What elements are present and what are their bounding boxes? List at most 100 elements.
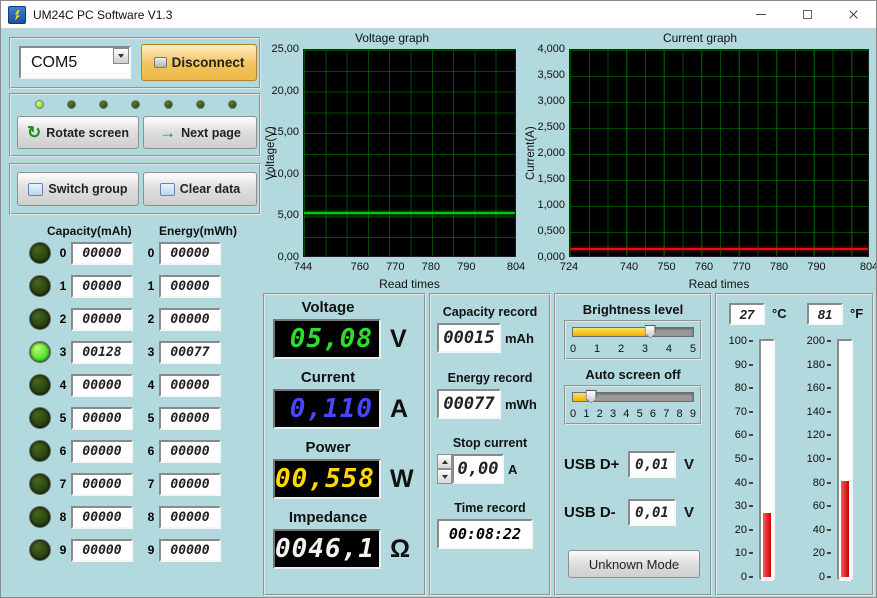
app-window: UM24C PC Software V1.3 COM5 Disconnect ↻… [0, 0, 877, 598]
slider-tick-label: 3 [642, 343, 648, 355]
capacity-index: 6 [58, 444, 68, 458]
arrow-down-icon [442, 475, 448, 479]
page-dot [164, 100, 173, 109]
voltage-x-ticks: 744760770780790804 [303, 261, 516, 275]
energy-index: 4 [146, 378, 156, 392]
y-tick-label: 20,00 [271, 85, 299, 97]
stop-current-input[interactable]: 0,00 [452, 454, 504, 484]
slider-tick-label: 1 [594, 343, 600, 355]
capacity-value: 00000 [71, 440, 133, 463]
navigation-panel: ↻ Rotate screen → Next page [9, 93, 261, 157]
celsius-value: 27 [729, 303, 765, 325]
usb-dplus-label: USB D+ [564, 456, 628, 473]
close-icon [848, 9, 859, 20]
current-x-ticks: 724740750760770780790804 [569, 261, 869, 275]
thermo-tick-label: 140 [807, 406, 831, 418]
energy-index: 5 [146, 411, 156, 425]
fahrenheit-value: 81 [807, 303, 843, 325]
capacity-value: 00000 [71, 539, 133, 562]
stop-current-stepper[interactable] [437, 454, 452, 484]
thermo-tick-label: 100 [807, 453, 831, 465]
capacity-index: 7 [58, 477, 68, 491]
minimize-button[interactable] [738, 1, 784, 28]
thermo-tick-label: 160 [807, 382, 831, 394]
close-button[interactable] [830, 1, 876, 28]
capacity-index: 9 [58, 543, 68, 557]
thermo-tick-label: 30 [735, 500, 753, 512]
arrow-up-icon [442, 460, 448, 464]
step-down-button[interactable] [437, 469, 452, 484]
energy-index: 2 [146, 312, 156, 326]
com-port-dropdown-button[interactable] [113, 48, 129, 64]
group-led [29, 341, 51, 363]
x-tick-label: 724 [560, 261, 578, 273]
capacity-index: 3 [58, 345, 68, 359]
disconnect-label: Disconnect [172, 55, 245, 70]
brightness-slider-track[interactable] [572, 327, 694, 337]
voltage-series-line [304, 212, 515, 214]
celsius-scale: 1009080706050403020100 [719, 341, 753, 577]
celsius-thermometer: 27 °C 1009080706050403020100 [719, 299, 793, 591]
next-page-label: Next page [181, 126, 241, 140]
brightness-slider[interactable]: 012345 [564, 320, 702, 360]
settings-panel: Brightness level 012345 Auto screen off … [554, 293, 712, 596]
thermo-tick-label: 40 [735, 477, 753, 489]
energy-index: 9 [146, 543, 156, 557]
energy-value: 00000 [159, 473, 221, 496]
page-dot [196, 100, 205, 109]
energy-index: 0 [146, 246, 156, 260]
disconnect-button[interactable]: Disconnect [141, 44, 257, 81]
x-tick-label: 790 [457, 261, 475, 273]
slider-tick-label: 0 [570, 343, 576, 355]
led-display: 0,110 [273, 389, 381, 429]
slider-tick-label: 5 [690, 343, 696, 355]
thermo-tick-label: 90 [735, 359, 753, 371]
com-port-select[interactable]: COM5 [19, 46, 131, 79]
step-up-button[interactable] [437, 454, 452, 469]
x-tick-label: 744 [294, 261, 312, 273]
maximize-button[interactable] [784, 1, 830, 28]
capacity-column-header: Capacity(mAh) [47, 224, 132, 238]
next-page-button[interactable]: → Next page [143, 116, 257, 149]
slider-tick-label: 6 [650, 408, 656, 420]
switch-group-button[interactable]: Switch group [17, 172, 139, 206]
energy-value: 00000 [159, 308, 221, 331]
rotate-screen-button[interactable]: ↻ Rotate screen [17, 116, 139, 149]
slider-tick-label: 2 [597, 408, 603, 420]
slider-tick-label: 3 [610, 408, 616, 420]
capacity-value: 00000 [71, 473, 133, 496]
capacity-index: 2 [58, 312, 68, 326]
energy-column-header: Energy(mWh) [159, 224, 237, 238]
brightness-label: Brightness level [556, 302, 710, 317]
y-tick-label: 3,500 [537, 69, 565, 81]
window-controls [738, 1, 876, 28]
x-tick-label: 750 [657, 261, 675, 273]
energy-record-value: 00077 [437, 389, 501, 419]
x-tick-label: 780 [422, 261, 440, 273]
page-dots [35, 100, 237, 109]
capacity-value: 00000 [71, 374, 133, 397]
thermo-tick-label: 200 [807, 335, 831, 347]
mode-button[interactable]: Unknown Mode [568, 550, 700, 578]
app-icon [8, 6, 26, 24]
current-graph-title: Current graph [525, 31, 875, 45]
actions-panel: Switch group Clear data [9, 163, 261, 215]
thermo-tick-label: 40 [813, 524, 831, 536]
x-tick-label: 804 [860, 261, 877, 273]
rotate-screen-label: Rotate screen [46, 126, 129, 140]
screen-off-slider[interactable]: 0123456789 [564, 385, 702, 425]
x-tick-label: 760 [351, 261, 369, 273]
x-tick-label: 804 [507, 261, 525, 273]
page-dot [99, 100, 108, 109]
usb-dplus-value: 0,01 [628, 451, 676, 478]
stop-current-unit: A [508, 462, 517, 477]
thermo-tick-label: 100 [729, 335, 753, 347]
clear-data-button[interactable]: Clear data [143, 172, 257, 206]
group-icon [28, 183, 43, 196]
minimize-icon [756, 14, 766, 15]
readout-label: Power [265, 439, 391, 456]
mode-label: Unknown Mode [589, 557, 679, 572]
group-row: 1 00000 1 00000 [9, 274, 261, 298]
page-dot [228, 100, 237, 109]
thermo-tick-label: 20 [735, 524, 753, 536]
